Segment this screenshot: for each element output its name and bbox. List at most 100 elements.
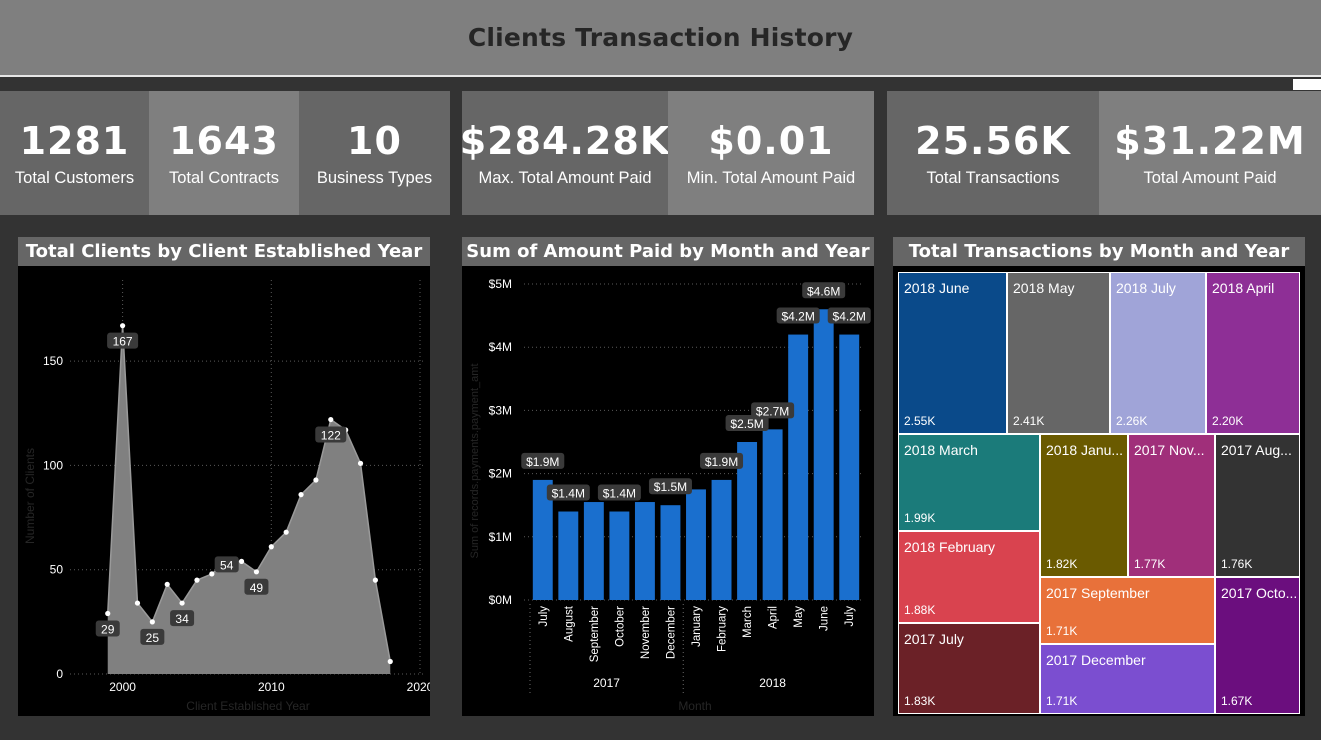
y-tick-label: 150: [43, 354, 63, 368]
data-label: 122: [321, 429, 341, 443]
data-label: $2.5M: [730, 417, 763, 431]
kpi-value: $0.01: [708, 118, 834, 163]
kpi-total-contracts: 1643 Total Contracts: [149, 91, 299, 215]
data-label: 54: [220, 558, 234, 572]
data-label: 34: [175, 612, 189, 626]
kpi-total-customers: 1281 Total Customers: [0, 91, 149, 215]
treemap-tile: 2018 February 1.88K: [898, 531, 1040, 623]
bar-chart-svg: $0M $1M $2M $3M $4M $5M July August September Oct…: [469, 277, 871, 713]
y-tick-label: $1M: [489, 530, 512, 544]
corner-marker: [1293, 79, 1321, 90]
bar: [813, 309, 834, 600]
x-tick-label: September: [589, 606, 601, 662]
data-point: [283, 529, 289, 535]
bar: [558, 511, 579, 600]
treemap-tile-value: 1.99K: [904, 511, 936, 525]
treemap-tile: 2017 Octo... 1.67K: [1215, 577, 1300, 714]
treemap-tile-value: 1.67K: [1221, 694, 1253, 708]
treemap-tile-label: 2018 July: [1116, 280, 1176, 296]
y-axis-title: Sum of records.payments.payment_amt: [469, 363, 481, 558]
treemap-tile: 2018 Janu... 1.82K: [1040, 434, 1128, 577]
y-tick-label: $3M: [489, 403, 512, 417]
y-tick-label: 100: [43, 458, 63, 472]
bar: [583, 502, 604, 600]
data-point: [298, 492, 304, 498]
x-tick-label: 2010: [258, 680, 285, 694]
kpi-label: Max. Total Amount Paid: [478, 168, 652, 187]
bar: [839, 334, 860, 600]
x-tick-label: December: [665, 606, 677, 659]
y-axis-title: Number of Clients: [23, 448, 37, 544]
kpi-value: $284.28K: [459, 118, 671, 163]
data-label: $1.5M: [654, 480, 687, 494]
bar: [660, 505, 681, 600]
y-tick-label: $2M: [489, 467, 512, 481]
data-label: $2.7M: [756, 404, 789, 418]
data-label: $4.6M: [807, 284, 840, 298]
x-tick-label: July: [844, 606, 856, 627]
kpi-label: Total Transactions: [926, 168, 1060, 187]
x-tick-label: October: [614, 606, 626, 647]
data-label: $4.2M: [833, 310, 866, 324]
data-point: [253, 569, 260, 575]
data-point: [164, 581, 170, 587]
treemap-tile-label: 2017 December: [1046, 652, 1146, 668]
transactions-treemap: 2018 June 2.55K 2018 May 2.41K 2018 July 2.26…: [893, 266, 1305, 716]
bar: [686, 489, 706, 600]
treemap-tile-label: 2017 Nov...: [1134, 442, 1205, 458]
treemap-tile-label: 2017 Aug...: [1221, 442, 1292, 458]
x-tick-label: June: [819, 606, 831, 631]
treemap-tile-label: 2018 April: [1212, 280, 1275, 296]
data-point: [238, 558, 245, 564]
treemap-tile-value: 2.55K: [904, 414, 936, 428]
treemap-area: 2018 June 2.55K 2018 May 2.41K 2018 July 2.26…: [893, 266, 1305, 716]
kpi-label: Total Contracts: [168, 168, 280, 187]
bar: [634, 502, 655, 600]
transactions-treemap-title: Total Transactions by Month and Year: [893, 237, 1305, 266]
x-axis-title: Client Established Year: [186, 699, 309, 713]
data-point: [387, 658, 393, 665]
treemap-tile: 2017 Nov... 1.77K: [1128, 434, 1215, 577]
kpi-value: 10: [347, 118, 402, 163]
x-tick-label: March: [742, 606, 754, 638]
treemap-tile: 2018 March 1.99K: [898, 434, 1040, 531]
data-label: $1.9M: [526, 455, 559, 469]
data-point: [313, 477, 319, 483]
data-label: 49: [250, 581, 264, 595]
data-point: [372, 577, 378, 583]
treemap-tile-label: 2018 February: [904, 539, 996, 555]
treemap-tile-label: 2017 July: [904, 631, 964, 647]
treemap-tile: 2017 July 1.83K: [898, 623, 1040, 714]
area-chart-svg: 0 50 100 150 2000 2010 2020 29 167 25 34 54 49 122 Cli…: [23, 280, 430, 713]
treemap-tile: 2018 April 2.20K: [1206, 272, 1300, 434]
amount-paid-chart: $0M $1M $2M $3M $4M $5M July August September Oct…: [462, 266, 874, 716]
amount-paid-title: Sum of Amount Paid by Month and Year: [462, 237, 874, 266]
bar: [788, 334, 809, 600]
treemap-tile-value: 1.88K: [904, 603, 936, 617]
data-point: [149, 619, 155, 625]
treemap-tile-value: 1.76K: [1221, 557, 1253, 571]
data-point: [179, 600, 185, 606]
bar: [762, 429, 783, 600]
x-tick-label: November: [640, 606, 652, 659]
treemap-tile-value: 2.20K: [1212, 414, 1244, 428]
x-tick-label: January: [691, 606, 703, 647]
x-tick-label: August: [563, 605, 575, 642]
treemap-tile: 2018 June 2.55K: [898, 272, 1007, 434]
kpi-label: Business Types: [316, 168, 433, 187]
treemap-tile: 2017 December 1.71K: [1040, 644, 1215, 714]
data-label: $1.4M: [552, 487, 585, 501]
kpi-max-amount-paid: $284.28K Max. Total Amount Paid: [459, 91, 671, 215]
x-tick-label: April: [768, 606, 780, 629]
treemap-tile-value: 2.41K: [1013, 414, 1045, 428]
treemap-tile-label: 2018 March: [904, 442, 978, 458]
treemap-tile: 2017 Aug... 1.76K: [1215, 434, 1300, 577]
y-tick-label: $0M: [489, 593, 512, 607]
kpi-label: Min. Total Amount Paid: [686, 168, 856, 187]
data-label: 29: [101, 623, 115, 637]
data-label: $1.4M: [603, 487, 636, 501]
x-tick-label: 2020: [407, 680, 430, 694]
treemap-tile: 2018 July 2.26K: [1110, 272, 1206, 434]
group-label: 2018: [759, 676, 786, 690]
bar: [609, 511, 630, 600]
